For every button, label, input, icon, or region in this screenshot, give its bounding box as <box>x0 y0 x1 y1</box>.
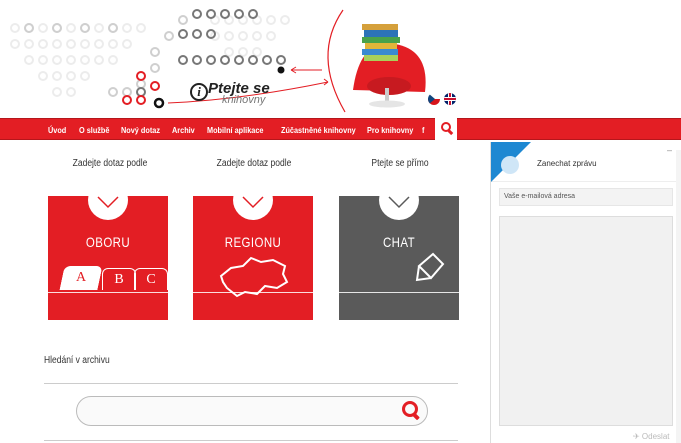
nav-o-sluzbe[interactable]: O službě <box>79 119 109 141</box>
logo-subtitle: knihovny <box>222 94 266 106</box>
tile-regionu[interactable]: REGIONU <box>193 180 313 320</box>
nav-novy-dotaz[interactable]: Nový dotaz <box>121 119 160 141</box>
facebook-icon[interactable]: f <box>422 119 424 141</box>
email-field[interactable]: Vaše e-mailová adresa <box>499 188 673 206</box>
abc-tab-b: B <box>102 268 136 290</box>
chat-widget: Zanechat zprávu – Vaše e-mailová adresa … <box>490 142 681 443</box>
scrollbar[interactable] <box>676 150 681 443</box>
nav-search-button[interactable] <box>435 117 457 142</box>
tile-circle <box>88 180 128 220</box>
column-heading-chat: Ptejte se přímo <box>371 158 429 169</box>
nav-archiv[interactable]: Archiv <box>172 119 195 141</box>
search-icon <box>441 122 451 132</box>
flag-uk-icon[interactable] <box>444 93 456 105</box>
abc-tab-c: C <box>134 268 168 290</box>
minimize-button[interactable]: – <box>667 145 672 155</box>
logo-i-icon: i <box>190 83 208 101</box>
archive-search-label: Hledání v archivu <box>44 355 110 366</box>
nav-mobilni-aplikace[interactable]: Mobilní aplikace <box>207 119 263 141</box>
building-icon <box>501 156 519 174</box>
archive-search-input[interactable] <box>76 396 428 426</box>
tile-divider <box>48 292 168 293</box>
send-button[interactable]: ✈ Odeslat <box>633 432 670 441</box>
divider <box>44 440 458 441</box>
tile-label-oboru: OBORU <box>85 234 131 250</box>
abc-tab-a-label: A <box>75 270 87 285</box>
tile-oboru[interactable]: OBORU A B C <box>48 180 168 320</box>
chevron-down-icon <box>97 196 119 209</box>
nav-uvod[interactable]: Úvod <box>48 119 66 141</box>
header-graphics <box>10 9 426 113</box>
main-navigation: Úvod O službě Nový dotaz Archiv Mobilní … <box>0 117 681 142</box>
flag-cz-icon[interactable] <box>428 93 440 105</box>
nav-pro-knihovny[interactable]: Pro knihovny <box>367 119 413 141</box>
column-heading-obor: Zadejte dotaz podle <box>72 158 148 169</box>
site-header: i Ptejte se knihovny <box>0 0 681 118</box>
column-heading-region: Zadejte dotaz podle <box>216 158 292 169</box>
nav-zucastnene-knihovny[interactable]: Zúčastněné knihovny <box>281 119 356 141</box>
message-textarea[interactable] <box>499 216 673 426</box>
tile-chat[interactable]: CHAT <box>339 180 459 320</box>
divider <box>44 383 458 384</box>
search-icon[interactable] <box>402 401 418 417</box>
chat-bubble-icon <box>415 252 445 282</box>
chat-title: Zanechat zprávu <box>537 159 597 168</box>
chat-header: Zanechat zprávu – <box>491 142 681 182</box>
czech-map-icon <box>219 256 289 298</box>
abc-tab-a: A <box>59 266 103 290</box>
